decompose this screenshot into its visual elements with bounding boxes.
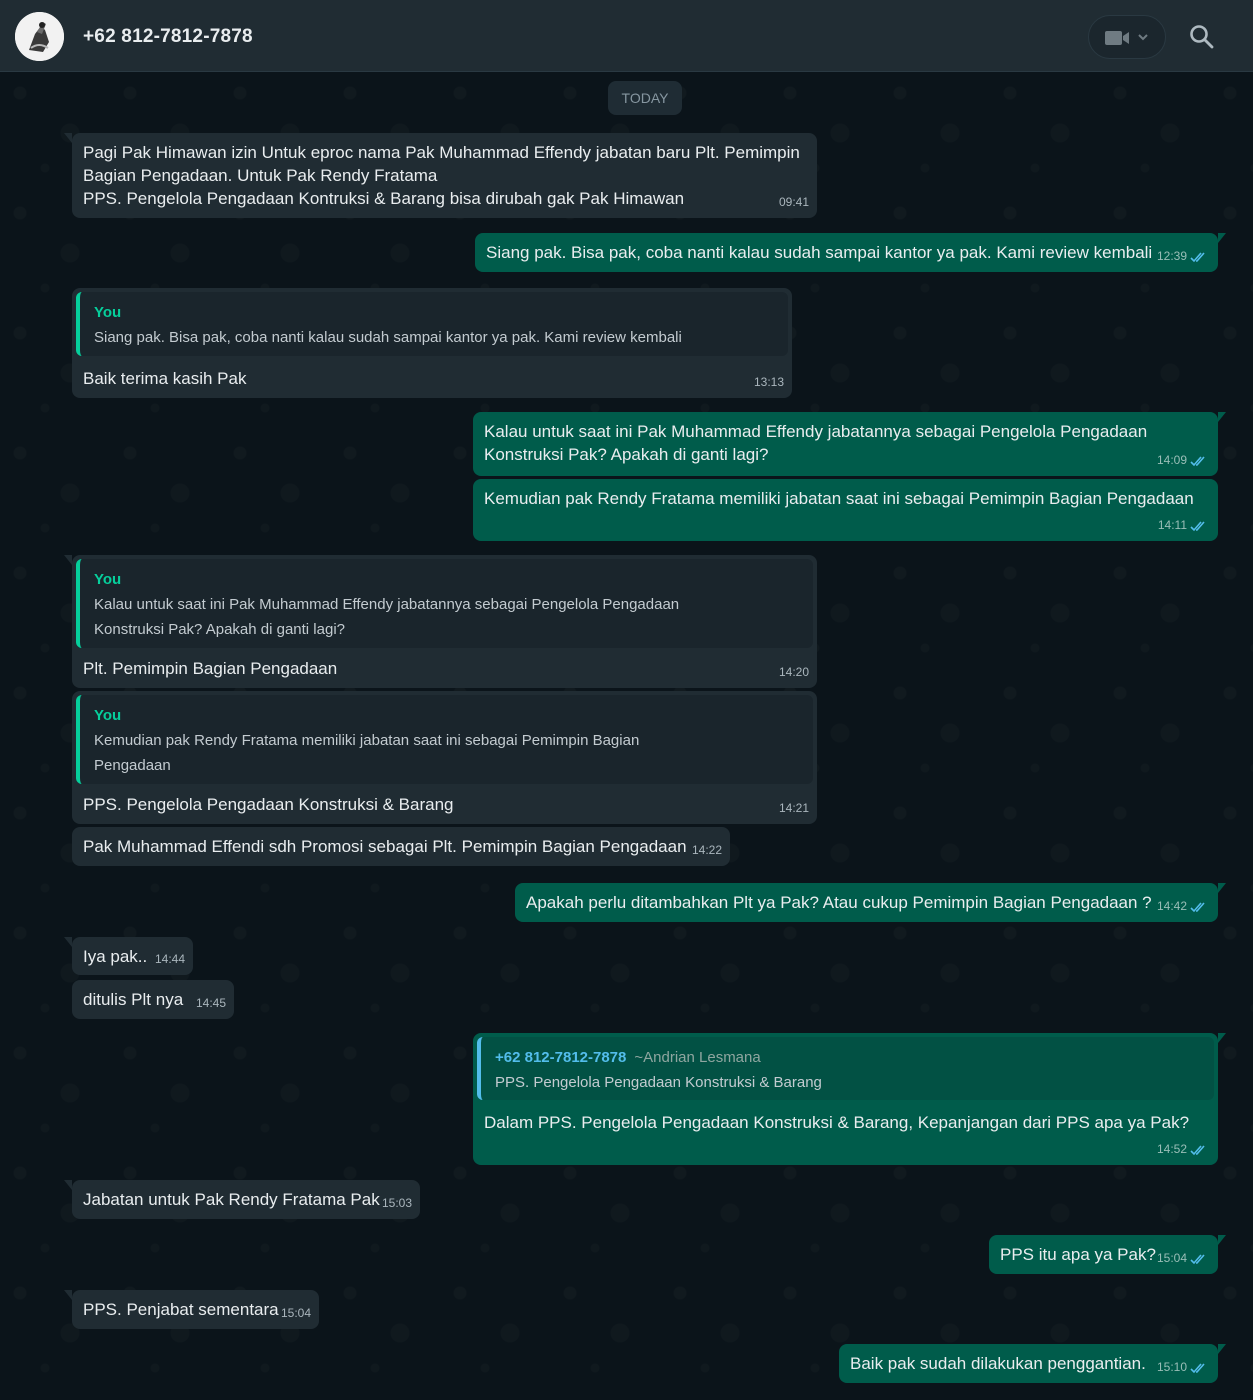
message-time-with-ticks: 14:42 [1157,895,1208,918]
bubble-tail [64,555,72,565]
message-time: 14:52 [1156,1142,1187,1156]
double-check-read-icon [1190,252,1205,263]
contact-avatar[interactable] [15,12,64,61]
bubble-tail [64,1290,72,1300]
double-check-read-icon [1190,1254,1205,1265]
message-time: 15:10 [1156,1360,1187,1374]
chat-header: +62 812-7812-7878 [0,0,1253,72]
message-text: Apakah perlu ditambahkan Plt ya Pak? Ata… [526,893,1152,912]
message-text: Siang pak. Bisa pak, coba nanti kalau su… [486,243,1153,262]
quoted-author: You [94,571,122,588]
quoted-author: +62 812-7812-7878 [495,1049,627,1066]
double-check-read-icon [1190,902,1205,913]
outgoing-message[interactable]: Baik pak sudah dilakukan penggantian. 15… [839,1344,1226,1383]
message-time: 12:39 [1156,249,1187,263]
contact-name[interactable]: +62 812-7812-7878 [83,26,253,48]
quoted-message[interactable]: You Kalau untuk saat ini Pak Muhammad Ef… [76,559,813,648]
bubble-tail [1218,233,1226,243]
video-call-button[interactable] [1088,15,1166,59]
bubble-tail [1218,412,1226,422]
message-time: 15:04 [280,1306,311,1320]
message-text: Kemudian pak Rendy Fratama memiliki jaba… [484,489,1194,508]
bubble-tail [64,937,72,947]
outgoing-message[interactable]: Apakah perlu ditambahkan Plt ya Pak? Ata… [515,883,1226,922]
bubble-tail [1218,1033,1226,1043]
message-time-with-ticks: 15:10 [1157,1356,1208,1379]
message-time-with-ticks: 12:39 [1157,245,1208,268]
message-text: Plt. Pemimpin Bagian Pengadaan [83,659,338,678]
message-time: 09:41 [778,195,809,209]
quoted-message[interactable]: +62 812-7812-7878 ~Andrian Lesmana PPS. P… [477,1037,1214,1100]
quoted-author: You [94,304,122,321]
message-time-with-ticks: 14:11 [1158,514,1208,537]
incoming-message[interactable]: PPS. Penjabat sementara 15:04 [64,1290,319,1329]
message-text: PPS. Penjabat sementara [83,1300,279,1319]
avatar-image [15,12,64,61]
message-time: 15:04 [1156,1251,1187,1265]
quoted-message[interactable]: You Kemudian pak Rendy Fratama memiliki … [76,695,813,784]
message-time-with-ticks: 15:04 [1157,1247,1208,1270]
search-icon [1190,25,1214,49]
video-camera-icon [1105,31,1148,45]
bubble-tail [1218,1344,1226,1354]
message-time-with-ticks: 14:52 [1157,1138,1208,1161]
double-check-read-icon [1190,456,1205,467]
bubble-tail [64,1180,72,1190]
message-time: 14:11 [1157,518,1187,532]
message-list[interactable]: TODAY Pagi Pak Himawan izin Untuk eproc … [0,73,1253,1400]
message-text: Pak Muhammad Effendi sdh Promosi sebagai… [83,837,687,856]
message-time: 14:42 [1156,899,1187,913]
message-time: 15:03 [381,1196,412,1210]
quoted-text: Kalau untuk saat ini Pak Muhammad Effend… [94,596,680,638]
quoted-message[interactable]: You Siang pak. Bisa pak, coba nanti kala… [76,292,788,356]
message-time: 14:45 [195,996,226,1010]
message-time: 14:21 [778,801,809,815]
incoming-reply-message[interactable]: You Kalau untuk saat ini Pak Muhammad Ef… [64,555,817,688]
message-text: Kalau untuk saat ini Pak Muhammad Effend… [484,422,1148,464]
incoming-reply-message[interactable]: You Siang pak. Bisa pak, coba nanti kala… [72,288,792,398]
outgoing-message[interactable]: Siang pak. Bisa pak, coba nanti kalau su… [475,233,1226,272]
message-time: 14:44 [154,952,185,966]
bubble-tail [64,133,72,143]
outgoing-message[interactable]: Kalau untuk saat ini Pak Muhammad Effend… [473,412,1226,476]
double-check-read-icon [1190,1363,1205,1374]
quoted-pushname: ~Andrian Lesmana [634,1049,761,1066]
incoming-message[interactable]: Pagi Pak Himawan izin Untuk eproc nama P… [64,133,817,218]
incoming-reply-message[interactable]: You Kemudian pak Rendy Fratama memiliki … [72,691,817,824]
message-time-with-ticks: 14:09 [1157,449,1208,472]
quoted-text: Kemudian pak Rendy Fratama memiliki jaba… [94,732,640,774]
message-time: 14:22 [691,843,722,857]
outgoing-message[interactable]: Kemudian pak Rendy Fratama memiliki jaba… [473,479,1218,541]
outgoing-message[interactable]: PPS itu apa ya Pak? 15:04 [989,1235,1226,1274]
message-time: 14:20 [778,665,809,679]
incoming-message[interactable]: Iya pak.. 14:44 [64,937,193,975]
message-time: 14:09 [1156,453,1187,467]
message-text: Dalam PPS. Pengelola Pengadaan Konstruks… [484,1113,1190,1132]
double-check-read-icon [1190,521,1205,532]
quoted-author: You [94,707,122,724]
day-separator: TODAY [608,81,682,115]
incoming-message[interactable]: Jabatan untuk Pak Rendy Fratama Pak 15:0… [64,1180,420,1219]
bubble-tail [1218,1235,1226,1245]
message-time: 13:13 [753,375,784,389]
message-text: Baik terima kasih Pak [83,369,247,388]
message-text: Baik pak sudah dilakukan penggantian. [850,1354,1146,1373]
quoted-text: PPS. Pengelola Pengadaan Konstruksi & Ba… [495,1074,822,1091]
message-text: Jabatan untuk Pak Rendy Fratama Pak [83,1190,380,1209]
incoming-message[interactable]: Pak Muhammad Effendi sdh Promosi sebagai… [72,827,730,866]
search-button[interactable] [1189,24,1215,55]
message-text: PPS. Pengelola Pengadaan Konstruksi & Ba… [83,795,454,814]
incoming-message[interactable]: ditulis Plt nya 14:45 [72,980,234,1019]
outgoing-reply-message[interactable]: +62 812-7812-7878 ~Andrian Lesmana PPS. P… [473,1033,1226,1165]
bubble-tail [1218,883,1226,893]
message-text: Pagi Pak Himawan izin Untuk eproc nama P… [83,143,800,208]
double-check-read-icon [1190,1145,1205,1156]
quoted-text: Siang pak. Bisa pak, coba nanti kalau su… [94,329,682,346]
